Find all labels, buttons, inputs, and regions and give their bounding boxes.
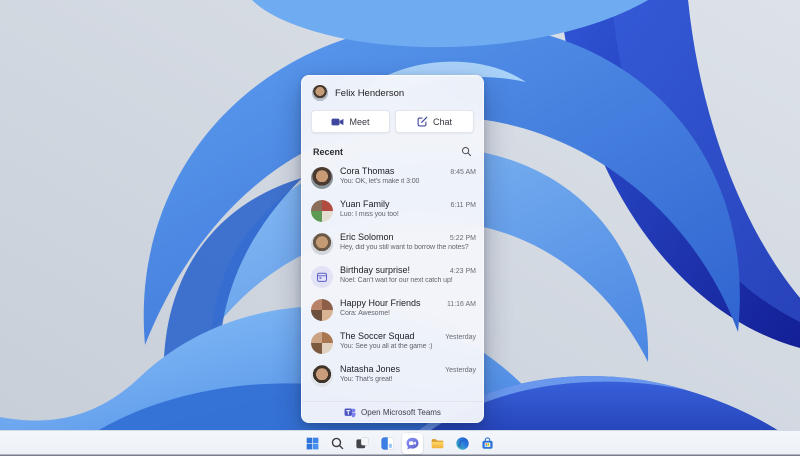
conversation-name: Yuan Family	[340, 199, 390, 209]
open-teams-label: Open Microsoft Teams	[361, 407, 441, 417]
conversation-time: Yesterday	[445, 367, 476, 374]
teams-chat-icon	[406, 437, 419, 450]
widgets-button[interactable]	[377, 433, 398, 454]
conversation-preview: Hey, did you still want to borrow the no…	[340, 243, 469, 251]
search-icon[interactable]	[461, 146, 472, 157]
chat-button-label: Chat	[432, 116, 452, 127]
meet-button-label: Meet	[349, 116, 370, 127]
teams-logo-icon	[344, 408, 356, 418]
conversation-item[interactable]: Happy Hour Friends 11:16 AM Cora: Awesom…	[302, 294, 483, 327]
group-avatar	[311, 332, 333, 354]
group-avatar	[311, 299, 333, 321]
conversation-item[interactable]: Natasha Jones Yesterday You: That's grea…	[302, 360, 483, 393]
conversation-preview: You: That's great!	[340, 375, 393, 383]
conversation-preview: Luo: I miss you too!	[340, 210, 399, 218]
conversation-time: 6:11 PM	[450, 202, 476, 209]
conversation-time: Yesterday	[445, 334, 476, 341]
recent-header-row: Recent	[302, 141, 483, 160]
user-avatar[interactable]	[312, 85, 328, 101]
conversation-preview: You: OK, let's make it 3:00	[340, 177, 420, 185]
start-button[interactable]	[302, 433, 323, 454]
task-view-icon	[356, 437, 369, 449]
conversation-item[interactable]: Cora Thomas 8:45 AM You: OK, let's make …	[302, 162, 483, 195]
video-camera-icon	[331, 118, 344, 125]
recent-label: Recent	[313, 146, 344, 157]
conversation-list: Cora Thomas 8:45 AM You: OK, let's make …	[302, 160, 483, 401]
conversation-time: 8:45 AM	[450, 169, 476, 176]
conversation-time: 4:23 PM	[449, 268, 476, 275]
conversation-preview: Noel: Can't wait for our next catch up!	[340, 276, 453, 284]
conversation-name: Eric Solomon	[340, 232, 394, 242]
conversation-item[interactable]: Eric Solomon 5:22 PM Hey, did you still …	[302, 228, 483, 261]
widgets-icon	[381, 437, 394, 450]
conversation-item[interactable]: Yuan Family 6:11 PM Luo: I miss you too!	[302, 195, 483, 228]
avatar	[311, 365, 333, 387]
calendar-icon	[311, 266, 333, 288]
conversation-name: Cora Thomas	[340, 166, 395, 176]
open-teams-button[interactable]: Open Microsoft Teams	[302, 401, 483, 422]
microsoft-store-icon	[482, 437, 493, 449]
user-name: Felix Henderson	[335, 87, 405, 99]
teams-chat-button[interactable]	[402, 433, 423, 454]
conversation-name: The Soccer Squad	[340, 331, 415, 341]
task-view-button[interactable]	[352, 433, 373, 454]
group-avatar	[311, 200, 333, 222]
edge-browser-icon	[456, 437, 469, 450]
conversation-item[interactable]: The Soccer Squad Yesterday You: See you …	[302, 327, 483, 360]
avatar	[311, 167, 333, 189]
conversation-time: 5:22 PM	[449, 235, 476, 242]
microsoft-store-button[interactable]	[477, 433, 498, 454]
conversation-preview: Cora: Awesome!	[340, 309, 390, 317]
action-buttons-row: Meet Chat	[302, 107, 483, 141]
windows-start-icon	[306, 437, 319, 450]
conversation-name: Natasha Jones	[340, 364, 401, 374]
meet-button[interactable]: Meet	[311, 110, 390, 133]
conversation-item[interactable]: Birthday surprise! 4:23 PM Noel: Can't w…	[302, 261, 483, 294]
search-icon	[331, 437, 344, 450]
chat-button[interactable]: Chat	[395, 110, 474, 133]
conversation-time: 11:16 AM	[446, 301, 476, 308]
conversation-preview: You: See you all at the game :)	[340, 342, 433, 350]
file-explorer-button[interactable]	[427, 433, 448, 454]
teams-chat-flyout: Felix Henderson Meet Chat Recent Cora Th…	[301, 75, 484, 423]
compose-icon	[417, 116, 428, 127]
conversation-name: Birthday surprise!	[340, 265, 411, 275]
flyout-header: Felix Henderson	[302, 76, 483, 107]
search-button[interactable]	[327, 433, 348, 454]
conversation-name: Happy Hour Friends	[340, 298, 421, 308]
taskbar	[0, 430, 800, 456]
file-explorer-icon	[431, 439, 444, 449]
avatar	[311, 233, 333, 255]
edge-button[interactable]	[452, 433, 473, 454]
